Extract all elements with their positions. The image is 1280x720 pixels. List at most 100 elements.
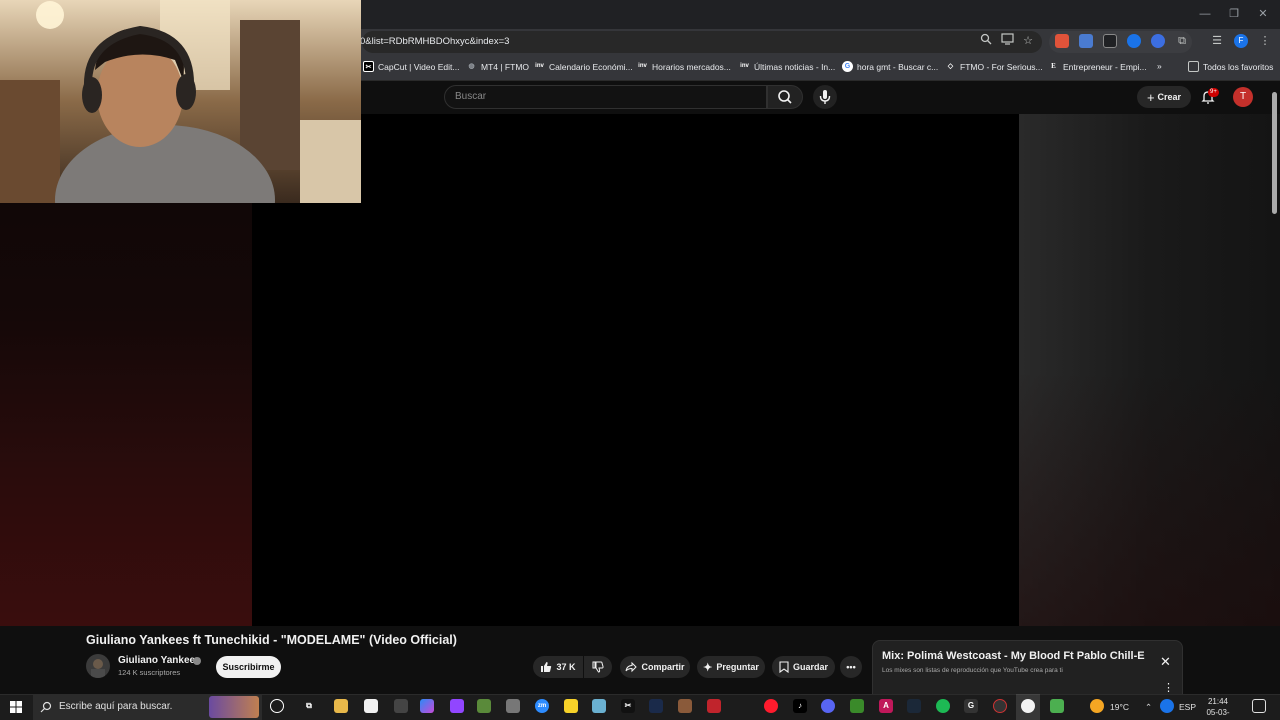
minecraft-icon[interactable]	[850, 699, 864, 713]
windows-start-icon[interactable]	[10, 700, 22, 713]
bookmark-calendario[interactable]: inv Calendario Económi...	[534, 61, 633, 72]
restore-button[interactable]: ❐	[1224, 5, 1244, 23]
save-button[interactable]: Guardar	[772, 656, 835, 678]
more-vertical-icon[interactable]: ⋮	[1163, 681, 1174, 694]
channel-name[interactable]: Giuliano Yankees	[118, 655, 201, 666]
search-button[interactable]	[767, 85, 803, 109]
language-indicator[interactable]: ESP	[1179, 702, 1196, 712]
ftmo-icon: ◇	[947, 63, 954, 70]
archive-icon[interactable]	[506, 699, 520, 713]
app-icon[interactable]	[394, 699, 408, 713]
zoom-app-icon[interactable]: zm	[535, 699, 549, 713]
install-app-icon[interactable]	[999, 33, 1015, 49]
folder-icon	[1188, 61, 1199, 72]
close-icon[interactable]: ✕	[1160, 654, 1171, 670]
app-icon[interactable]: G	[964, 699, 978, 713]
cortana-icon[interactable]	[270, 699, 284, 713]
clock-date: 05-03-2026	[1206, 708, 1230, 720]
sparkle-icon: ✦	[703, 661, 713, 674]
globe-icon: ◍	[468, 63, 475, 70]
subscribe-button[interactable]: Suscribirme	[216, 656, 281, 678]
notifications-icon[interactable]	[1252, 699, 1266, 713]
app-icon[interactable]	[678, 699, 692, 713]
discord-icon[interactable]	[821, 699, 835, 713]
bookmark-capcut[interactable]: ✂ CapCut | Video Edit...	[363, 61, 459, 72]
chevron-up-icon[interactable]: ⌃	[1145, 702, 1152, 713]
share-label: Compartir	[641, 662, 685, 672]
app-icon[interactable]	[707, 699, 721, 713]
mix-title[interactable]: Mix: Polimá Westcoast - My Blood Ft Pabl…	[882, 650, 1145, 662]
ask-button[interactable]: ✦ Preguntar	[697, 656, 765, 678]
browser-menu-icon[interactable]: ⋮	[1257, 33, 1273, 49]
close-window-button[interactable]: ✕	[1253, 5, 1273, 23]
more-bookmarks-button[interactable]: »	[1157, 61, 1162, 71]
share-button[interactable]: Compartir	[620, 656, 690, 678]
extension-blue-icon[interactable]	[1127, 34, 1141, 48]
clock[interactable]: 21:44 05-03-2026	[1201, 696, 1235, 720]
capcut-icon[interactable]: ✂	[621, 699, 635, 713]
mix-subtitle: Los mixes son listas de reproducción que…	[882, 667, 1063, 674]
notepad-icon[interactable]	[364, 699, 378, 713]
plus-icon: +	[1146, 89, 1155, 105]
temperature: 19°C	[1110, 702, 1129, 712]
app-icon[interactable]	[649, 699, 663, 713]
dislike-button[interactable]	[584, 656, 612, 678]
app-icon[interactable]: A	[879, 699, 893, 713]
verified-check-icon	[193, 657, 201, 665]
bookmark-hora-gmt[interactable]: Ghora gmt - Buscar c...	[842, 61, 938, 72]
app-icon[interactable]	[1050, 699, 1064, 713]
weather-icon[interactable]	[1090, 699, 1104, 713]
opera-icon[interactable]	[764, 699, 778, 713]
more-actions-button[interactable]: •••	[840, 656, 862, 678]
webcam-overlay	[0, 0, 361, 203]
extensions-puzzle-icon[interactable]: ⧉	[1174, 33, 1190, 49]
minimize-button[interactable]: —	[1195, 5, 1215, 23]
reading-list-icon[interactable]: ☰	[1209, 33, 1225, 49]
extension-translate-icon[interactable]	[1079, 34, 1093, 48]
search-highlight-image	[209, 696, 259, 718]
bookmark-entrepreneur[interactable]: E Entrepreneur - Empi...	[1048, 61, 1146, 72]
bookmark-horarios[interactable]: inv Horarios mercados...	[637, 61, 731, 72]
bookmark-label: hora gmt - Buscar c...	[857, 61, 939, 72]
bookmark-star-icon[interactable]: ☆	[1020, 33, 1036, 49]
spotify-icon[interactable]	[936, 699, 950, 713]
sticky-notes-icon[interactable]	[564, 699, 578, 713]
task-view-icon[interactable]: ⧉	[302, 699, 316, 713]
video-player[interactable]	[252, 114, 1019, 626]
taskbar-search-placeholder: Escribe aquí para buscar.	[59, 701, 173, 712]
account-avatar[interactable]: T	[1233, 87, 1253, 107]
extension-circle-icon[interactable]	[1151, 34, 1165, 48]
page-scrollbar[interactable]	[1272, 92, 1277, 214]
bookmark-mt4[interactable]: ◍ MT4 | FTMO	[466, 61, 529, 72]
metatrader-icon[interactable]	[477, 699, 491, 713]
profile-avatar[interactable]: F	[1234, 34, 1248, 48]
twitch-icon[interactable]	[450, 699, 464, 713]
all-bookmarks[interactable]: Todos los favoritos	[1188, 61, 1273, 72]
bookmark-icon	[779, 661, 789, 673]
voice-search-button[interactable]	[813, 85, 837, 109]
bookmark-ftmo[interactable]: ◇ FTMO - For Serious...	[945, 61, 1043, 72]
taskbar-search-input[interactable]: Escribe aquí para buscar.	[33, 694, 262, 720]
active-app-highlight	[1016, 694, 1040, 720]
bookmark-noticias[interactable]: inv Últimas noticias - In...	[739, 61, 835, 72]
thumbs-up-icon	[541, 662, 552, 672]
file-explorer-icon[interactable]	[334, 699, 348, 713]
app-icon[interactable]	[993, 699, 1007, 713]
network-icon[interactable]	[1160, 699, 1174, 713]
copilot-icon[interactable]	[420, 699, 434, 713]
extension-dark-icon[interactable]	[1103, 34, 1117, 48]
like-button[interactable]: 37 K	[533, 656, 583, 678]
more-horizontal-icon: •••	[846, 662, 856, 672]
webcam-feed	[0, 0, 361, 203]
app-icon[interactable]	[592, 699, 606, 713]
tiktok-icon[interactable]: ♪	[793, 699, 807, 713]
search-input[interactable]: Buscar	[444, 85, 767, 109]
investing-icon: inv	[740, 63, 749, 69]
extension-fox-icon[interactable]	[1055, 34, 1069, 48]
share-icon	[625, 661, 638, 673]
zoom-icon[interactable]	[978, 33, 994, 49]
steam-icon[interactable]	[907, 699, 921, 713]
create-button[interactable]: + Crear	[1137, 86, 1191, 108]
bookmark-label: Calendario Económi...	[549, 61, 633, 72]
channel-avatar[interactable]	[86, 654, 110, 678]
